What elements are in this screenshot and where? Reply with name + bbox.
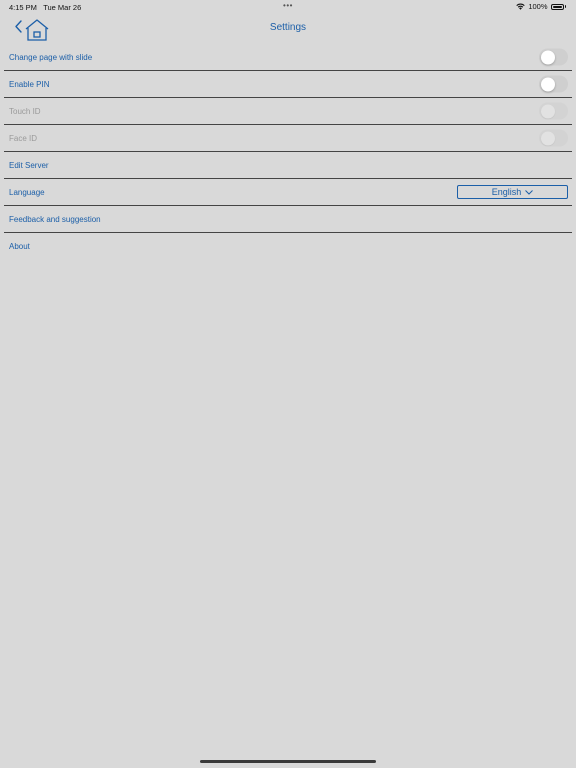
battery-fill	[552, 5, 562, 8]
settings-row-change-page-with-slide: Change page with slide	[4, 44, 572, 71]
status-date-text: Tue Mar 26	[43, 3, 82, 12]
settings-row-edit-server[interactable]: Edit Server	[4, 152, 572, 179]
battery-icon	[550, 3, 564, 10]
page-title: Settings	[269, 22, 307, 33]
navigation-bar: Settings	[0, 14, 576, 44]
status-bar: 4:15 PM Tue Mar 26 ••• 100%	[0, 0, 576, 14]
settings-list: Change page with slide Enable PIN Touch …	[4, 44, 572, 259]
settings-row-about[interactable]: About	[4, 233, 572, 259]
chevron-down-icon	[525, 189, 534, 195]
face-id-label: Face ID	[9, 133, 38, 143]
wifi-icon	[516, 3, 526, 10]
settings-row-feedback[interactable]: Feedback and suggestion	[4, 206, 572, 233]
status-right: 100%	[516, 2, 566, 11]
change-page-with-slide-label: Change page with slide	[9, 52, 93, 62]
settings-row-language: Language English	[4, 179, 572, 206]
battery-percent: 100%	[528, 2, 548, 11]
change-page-with-slide-toggle[interactable]	[539, 48, 568, 66]
toggle-knob	[540, 104, 555, 118]
toggle-knob	[540, 50, 555, 64]
multitasking-dots-icon[interactable]: •••	[283, 1, 293, 10]
toggle-knob	[540, 131, 555, 145]
language-select[interactable]: English	[457, 185, 568, 199]
language-label: Language	[9, 187, 45, 197]
home-indicator[interactable]	[200, 760, 376, 763]
touch-id-label: Touch ID	[9, 106, 41, 116]
enable-pin-label: Enable PIN	[9, 79, 50, 89]
face-id-toggle	[539, 129, 568, 147]
enable-pin-toggle[interactable]	[539, 75, 568, 93]
battery-tip	[564, 5, 566, 8]
language-value: English	[491, 187, 522, 197]
settings-row-touch-id: Touch ID	[4, 98, 572, 125]
about-label: About	[9, 241, 30, 251]
status-time-text: 4:15 PM	[9, 3, 37, 12]
settings-row-face-id: Face ID	[4, 125, 572, 152]
settings-row-enable-pin: Enable PIN	[4, 71, 572, 98]
feedback-label: Feedback and suggestion	[9, 214, 101, 224]
toggle-knob	[540, 77, 555, 91]
edit-server-label: Edit Server	[9, 160, 49, 170]
status-time: 4:15 PM Tue Mar 26	[9, 3, 81, 12]
touch-id-toggle	[539, 102, 568, 120]
